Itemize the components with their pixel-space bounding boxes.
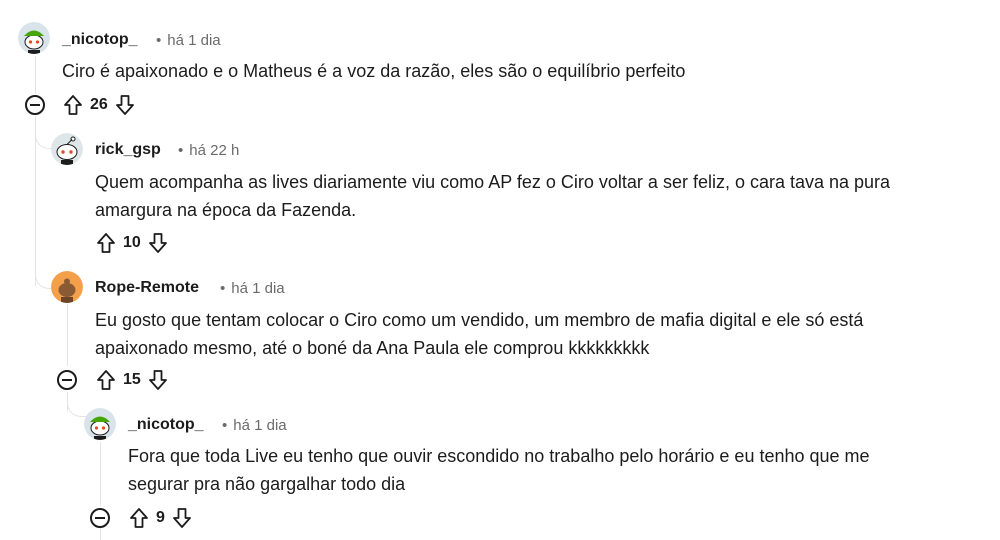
vote-bar: 15 bbox=[95, 368, 169, 392]
downvote-icon[interactable] bbox=[147, 232, 169, 254]
thread-line[interactable] bbox=[100, 528, 101, 540]
avatar[interactable] bbox=[84, 408, 116, 440]
comment-body-line: segurar pra não gargalhar todo dia bbox=[128, 474, 406, 494]
comment-timestamp: • há 22 h bbox=[178, 142, 240, 159]
comment-thread: _nicotop_ • há 1 dia Ciro é apaixonado e … bbox=[0, 0, 1000, 540]
comment-body-line: amargura na época da Fazenda. bbox=[95, 200, 357, 220]
vote-count: 15 bbox=[123, 371, 141, 388]
comment-author[interactable]: _nicotop_ bbox=[128, 416, 204, 434]
collapse-thread-button[interactable] bbox=[90, 508, 110, 528]
thread-line[interactable] bbox=[67, 304, 68, 366]
downvote-icon[interactable] bbox=[147, 369, 169, 391]
comment-author[interactable]: Rope-Remote bbox=[95, 279, 199, 297]
comment-body-line: Eu gosto que tentam colocar o Ciro como … bbox=[95, 310, 864, 330]
downvote-icon[interactable] bbox=[114, 94, 136, 116]
comment-body-line: Fora que toda Live eu tenho que ouvir es… bbox=[128, 446, 870, 466]
snoo-default-icon bbox=[51, 133, 83, 165]
thread-branch bbox=[67, 398, 86, 417]
upvote-icon[interactable] bbox=[95, 232, 117, 254]
comment-body: Ciro é apaixonado e o Matheus é a voz da… bbox=[62, 61, 686, 81]
snoo-green-cap-icon bbox=[84, 408, 116, 440]
vote-bar: 10 bbox=[95, 231, 169, 255]
avatar[interactable] bbox=[51, 133, 83, 165]
thread-line[interactable] bbox=[35, 56, 36, 94]
vote-bar: 26 bbox=[62, 93, 136, 117]
comment-author[interactable]: _nicotop_ bbox=[62, 31, 138, 49]
snoo-orange-icon bbox=[51, 271, 83, 303]
vote-bar: 9 bbox=[128, 506, 193, 530]
avatar[interactable] bbox=[18, 22, 50, 54]
upvote-icon[interactable] bbox=[128, 507, 150, 529]
upvote-icon[interactable] bbox=[62, 94, 84, 116]
collapse-thread-button[interactable] bbox=[57, 370, 77, 390]
collapse-thread-button[interactable] bbox=[25, 95, 45, 115]
upvote-icon[interactable] bbox=[95, 369, 117, 391]
comment-body-line: apaixonado mesmo, até o boné da Ana Paul… bbox=[95, 338, 650, 358]
comment-body: Eu gosto que tentam colocar o Ciro como … bbox=[95, 306, 985, 362]
snoo-green-cap-icon bbox=[18, 22, 50, 54]
comment-timestamp: • há 1 dia bbox=[156, 32, 221, 49]
comment-author[interactable]: rick_gsp bbox=[95, 141, 161, 159]
vote-count: 9 bbox=[156, 509, 165, 526]
downvote-icon[interactable] bbox=[171, 507, 193, 529]
avatar[interactable] bbox=[51, 271, 83, 303]
comment-body-line: Quem acompanha as lives diariamente viu … bbox=[95, 172, 891, 192]
vote-count: 10 bbox=[123, 234, 141, 251]
comment-timestamp: • há 1 dia bbox=[220, 280, 285, 297]
vote-count: 26 bbox=[90, 96, 108, 113]
comment-body: Fora que toda Live eu tenho que ouvir es… bbox=[128, 442, 988, 498]
comment-timestamp: • há 1 dia bbox=[222, 417, 287, 434]
comment-body: Quem acompanha as lives diariamente viu … bbox=[95, 168, 985, 224]
thread-line[interactable] bbox=[100, 442, 101, 506]
